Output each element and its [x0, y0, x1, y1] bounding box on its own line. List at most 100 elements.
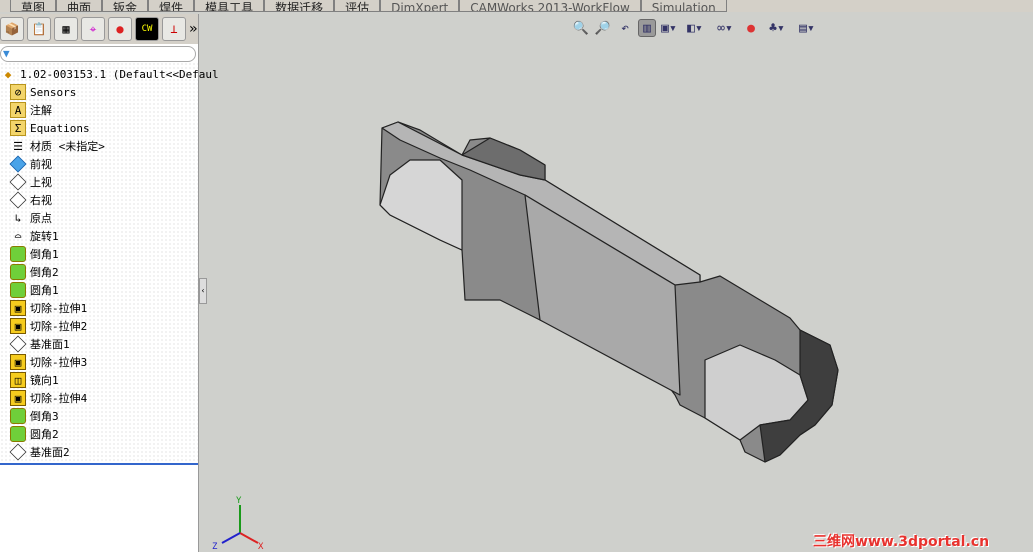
tree-item-label: 基准面2	[30, 446, 70, 459]
display-manager-icon[interactable]: ●	[108, 17, 132, 41]
tree-item[interactable]: 倒角3	[0, 407, 198, 425]
watermark: 三维网www.3dportal.cn	[813, 534, 990, 550]
view-settings-icon[interactable]: ▤▾	[794, 19, 820, 37]
tree-item-label: 旋转1	[30, 230, 59, 243]
tree-item[interactable]: A 注解	[0, 101, 198, 119]
view-orientation-icon[interactable]: ▣▾	[660, 19, 678, 37]
part-bore-left	[379, 159, 463, 251]
edit-appearance-icon[interactable]: ●	[742, 19, 760, 37]
zoom-to-area-icon[interactable]: 🔎	[594, 19, 612, 37]
feature-tree: ◆ 1.02-003153.1 (Default<<Defaul ⊘ Sensors…	[0, 62, 219, 465]
previous-view-icon[interactable]: ↶	[616, 19, 634, 37]
tab-sketch[interactable]: 草图	[10, 0, 57, 12]
tree-item-label: 倒角2	[30, 266, 59, 279]
cut-extrude-icon: ▣	[10, 354, 26, 370]
triad-z-label: Z	[212, 542, 218, 551]
filter-input[interactable]: ▼	[0, 46, 196, 62]
tree-item[interactable]: 基准面2	[0, 443, 198, 461]
plane-icon	[9, 155, 27, 173]
triad-y-label: Y	[236, 496, 242, 506]
tab-weldments[interactable]: 焊件	[148, 0, 195, 12]
tab-sheet-metal[interactable]: 钣金	[102, 0, 149, 12]
fillet-icon	[10, 282, 26, 298]
cut-extrude-icon: ▣	[10, 300, 26, 316]
tree-item[interactable]: ☰ 材质 <未指定>	[0, 137, 198, 155]
tree-item-label: 1.02-003153.1 (Default<<Defaul	[20, 67, 219, 81]
filter-icon: ▼	[3, 47, 10, 60]
tree-item[interactable]: 基准面1	[0, 335, 198, 353]
annotations-folder-icon: A	[10, 102, 26, 118]
configuration-manager-icon[interactable]: ▦	[54, 17, 78, 41]
tree-item[interactable]: 圆角1	[0, 281, 198, 299]
camworks-icon[interactable]: CW	[135, 17, 159, 41]
tree-item[interactable]: ▣ 切除-拉伸3	[0, 353, 198, 371]
tree-item-label: 倒角1	[30, 248, 59, 261]
model-viewport[interactable]	[207, 40, 1033, 552]
tree-item-label: 切除-拉伸2	[30, 320, 88, 333]
tab-surface[interactable]: 曲面	[56, 0, 103, 12]
section-view-icon[interactable]: ▥	[638, 19, 656, 37]
tab-mold-tools[interactable]: 模具工具	[194, 0, 265, 12]
plane-icon	[9, 173, 27, 191]
assembly-icon[interactable]: 📦	[0, 17, 24, 41]
property-manager-icon[interactable]: 📋	[27, 17, 51, 41]
feature-manager-panel: 📦 📋 ▦ ⌖ ● CW ⊥ » ▼ ◆ 1.02-003153.1 (Defau…	[0, 14, 219, 552]
rollback-bar[interactable]	[0, 463, 198, 465]
tree-item-label: 圆角1	[30, 284, 59, 297]
tree-item[interactable]: ▣ 切除-拉伸2	[0, 317, 198, 335]
tree-item[interactable]: 倒角2	[0, 263, 198, 281]
tab-simulation[interactable]: Simulation	[640, 0, 727, 12]
chamfer-icon	[10, 264, 26, 280]
material-icon: ☰	[13, 139, 23, 153]
cut-extrude-icon: ▣	[10, 318, 26, 334]
tree-item-label: 材质 <未指定>	[30, 140, 105, 153]
tab-camworks[interactable]: CAMWorks 2013-WorkFlow	[459, 0, 641, 12]
cam-icon[interactable]: ⊥	[162, 17, 186, 41]
tree-item[interactable]: 前视	[0, 155, 198, 173]
tree-item-label: 基准面1	[30, 338, 70, 351]
tree-item[interactable]: ⊘ Sensors	[0, 83, 198, 101]
more-tabs-button[interactable]: »	[189, 21, 197, 37]
heads-up-toolbar: 🔍 🔎 ↶ ▥ ▣▾ ◧▾ ∞▾ ● ♣▾ ▤▾	[572, 19, 820, 37]
zoom-to-fit-icon[interactable]: 🔍	[572, 19, 590, 37]
tree-item-label: 圆角2	[30, 428, 59, 441]
scene-icon[interactable]: ♣▾	[764, 19, 790, 37]
chamfer-icon	[10, 408, 26, 424]
tree-item-label: 前视	[30, 158, 52, 171]
tree-item[interactable]: 倒角1	[0, 245, 198, 263]
display-style-icon[interactable]: ◧▾	[682, 19, 708, 37]
tree-item[interactable]: ↳ 原点	[0, 209, 198, 227]
plane-icon	[9, 443, 27, 461]
sensors-folder-icon: ⊘	[10, 84, 26, 100]
tab-evaluate[interactable]: 评估	[334, 0, 381, 12]
fillet-icon	[10, 426, 26, 442]
tree-item[interactable]: 圆角2	[0, 425, 198, 443]
equations-folder-icon: Σ	[10, 120, 26, 136]
panel-tabs: 📦 📋 ▦ ⌖ ● CW ⊥ »	[0, 14, 198, 44]
tree-item-label: 切除-拉伸1	[30, 302, 88, 315]
tree-item[interactable]: ◫ 镜向1	[0, 371, 198, 389]
hide-show-items-icon[interactable]: ∞▾	[712, 19, 738, 37]
origin-icon: ↳	[14, 211, 22, 225]
tree-item[interactable]: ▣ 切除-拉伸1	[0, 299, 198, 317]
tree-root[interactable]: ◆ 1.02-003153.1 (Default<<Defaul	[0, 65, 219, 83]
tab-data-migration[interactable]: 数据迁移	[264, 0, 335, 12]
tree-item-label: 上视	[30, 176, 52, 189]
panel-splitter[interactable]: ‹	[199, 278, 207, 304]
cut-extrude-icon: ▣	[10, 390, 26, 406]
tree-item-label: 原点	[30, 212, 52, 225]
tab-dimxpert[interactable]: DimXpert	[380, 0, 460, 12]
tree-item[interactable]: 上视	[0, 173, 198, 191]
tree-item-label: 镜向1	[30, 374, 59, 387]
tree-item[interactable]: ⌓ 旋转1	[0, 227, 198, 245]
tree-item[interactable]: Σ Equations	[0, 119, 198, 137]
chamfer-icon	[10, 246, 26, 262]
tree-item-label: 右视	[30, 194, 52, 207]
plane-icon	[9, 191, 27, 209]
tree-item-label: 倒角3	[30, 410, 59, 423]
tree-item[interactable]: ▣ 切除-拉伸4	[0, 389, 198, 407]
tree-item[interactable]: 右视	[0, 191, 198, 209]
dimxpert-icon[interactable]: ⌖	[81, 17, 105, 41]
tree-item-label: 注解	[30, 104, 52, 117]
ribbon-tabs: 草图 曲面 钣金 焊件 模具工具 数据迁移 评估 DimXpert CAMWor…	[0, 0, 1033, 12]
